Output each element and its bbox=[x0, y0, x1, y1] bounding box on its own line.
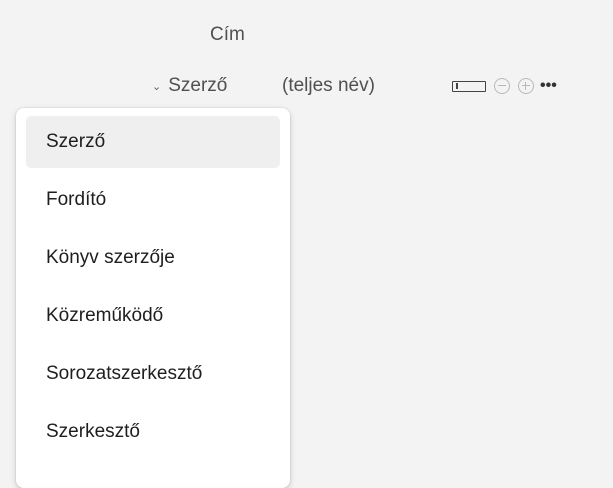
creator-toolbar: ••• bbox=[452, 78, 557, 94]
menu-item-szerzo[interactable]: Szerző bbox=[26, 116, 280, 168]
chevron-down-icon: ⌄ bbox=[152, 80, 162, 93]
creator-role-value: Szerző bbox=[168, 75, 228, 96]
creator-role-dropdown[interactable]: ⌄ Szerző bbox=[152, 75, 227, 97]
remove-circle-icon[interactable] bbox=[494, 78, 510, 94]
menu-item-konyv-szerzoje[interactable]: Könyv szerzője bbox=[26, 232, 280, 284]
menu-item-sorozatszerkeszto[interactable]: Sorozatszerkesztő bbox=[26, 348, 280, 400]
menu-item-szerkeszto[interactable]: Szerkesztő bbox=[26, 406, 280, 458]
title-label: Cím bbox=[210, 24, 245, 45]
more-icon[interactable]: ••• bbox=[540, 78, 557, 94]
role-dropdown-menu: Szerző Fordító Könyv szerzője Közreműköd… bbox=[16, 108, 290, 488]
menu-item-kozremukodo[interactable]: Közreműködő bbox=[26, 290, 280, 342]
add-circle-icon[interactable] bbox=[518, 78, 534, 94]
name-format-hint[interactable]: (teljes név) bbox=[282, 75, 375, 97]
field-box-icon[interactable] bbox=[452, 80, 486, 92]
menu-item-fordito[interactable]: Fordító bbox=[26, 174, 280, 226]
